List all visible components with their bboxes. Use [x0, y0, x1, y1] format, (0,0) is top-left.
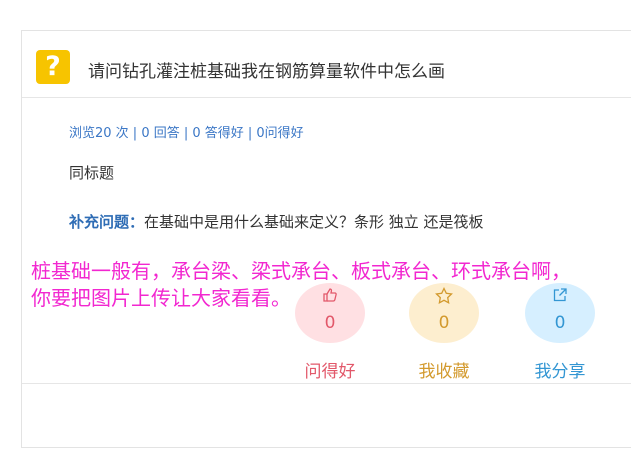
ask-good-button[interactable]: 0 问得好 [290, 283, 370, 382]
card-divider [22, 383, 631, 384]
ask-good-circle[interactable]: 0 [295, 283, 365, 343]
share-icon [525, 287, 595, 307]
favorite-count: 0 [438, 313, 450, 333]
favorite-button[interactable]: 0 我收藏 [404, 283, 484, 382]
question-description: 同标题 [69, 164, 115, 182]
question-card: ? 请问钻孔灌注桩基础我在钢筋算量软件中怎么画 浏览20 次 | 0 回答 | … [21, 30, 631, 448]
ask-good-label[interactable]: 问得好 [290, 357, 370, 382]
question-title[interactable]: 请问钻孔灌注桩基础我在钢筋算量软件中怎么画 [88, 57, 445, 82]
favorite-circle[interactable]: 0 [409, 283, 479, 343]
supplement-question: 补充问题：在基础中是用什么基础来定义？条形 独立 还是筏板 [69, 211, 484, 232]
question-header: ? 请问钻孔灌注桩基础我在钢筋算量软件中怎么画 [22, 31, 631, 98]
share-label[interactable]: 我分享 [520, 357, 600, 382]
favorite-label[interactable]: 我收藏 [404, 357, 484, 382]
thumbs-up-icon [295, 287, 365, 307]
share-button[interactable]: 0 我分享 [520, 283, 600, 382]
question-mark-icon: ? [36, 50, 70, 84]
share-circle[interactable]: 0 [525, 283, 595, 343]
star-icon [409, 286, 479, 309]
supplement-label: 补充问题： [69, 213, 145, 231]
share-count: 0 [554, 313, 566, 333]
action-bar: 0 问得好 0 我收藏 0 我分享 [22, 283, 631, 383]
supplement-text: 在基础中是用什么基础来定义？条形 独立 还是筏板 [144, 213, 484, 231]
question-stats: 浏览20 次 | 0 回答 | 0 答得好 | 0问得好 [69, 126, 304, 141]
ask-good-count: 0 [324, 313, 336, 333]
